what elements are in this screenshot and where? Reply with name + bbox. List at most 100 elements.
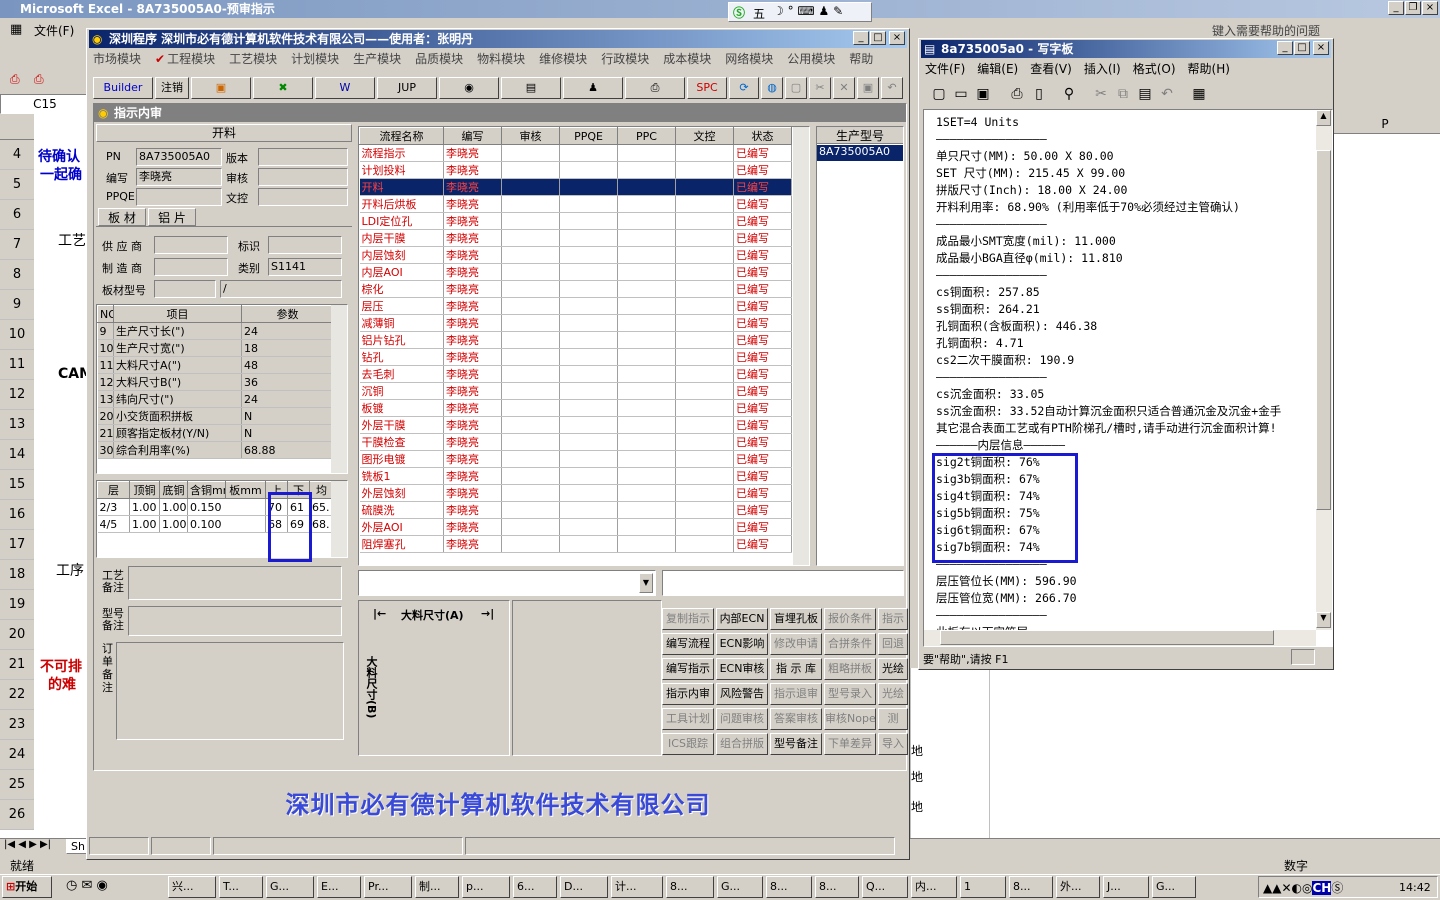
flow-empty-cell[interactable] bbox=[501, 467, 560, 485]
flow-empty-cell[interactable] bbox=[501, 297, 560, 315]
app-close-button[interactable]: × bbox=[889, 31, 905, 45]
flow-empty-cell[interactable] bbox=[675, 297, 734, 315]
pdf-icon[interactable]: ⎙ bbox=[10, 72, 20, 87]
taskbar-item[interactable]: G... bbox=[266, 876, 314, 898]
flow-step-name[interactable]: 图形电镀 bbox=[359, 450, 444, 468]
ppqe-field[interactable] bbox=[136, 188, 222, 206]
params-cell[interactable]: 20 bbox=[97, 407, 114, 425]
wordpad-hscrollbar[interactable] bbox=[924, 630, 1316, 646]
flow-header[interactable]: PPQE bbox=[559, 127, 618, 145]
flow-editor[interactable]: 李晓亮 bbox=[443, 467, 502, 485]
params-row[interactable]: 20 小交货面积拼板 N bbox=[97, 407, 334, 425]
excel-restore-button[interactable]: ❐ bbox=[1405, 1, 1421, 15]
row-header[interactable]: 7 bbox=[0, 230, 34, 260]
cell-r5[interactable]: 一起确 bbox=[40, 164, 82, 184]
flow-empty-cell[interactable] bbox=[675, 501, 734, 519]
flow-row[interactable]: 外层AOI 李晓亮 已编写 bbox=[359, 518, 792, 536]
wordpad-close-button[interactable]: × bbox=[1313, 41, 1329, 55]
row-header[interactable]: 22 bbox=[0, 680, 34, 710]
flow-row[interactable]: 铝片钻孔 李晓亮 已编写 bbox=[359, 331, 792, 349]
taskbar-item[interactable]: 制... bbox=[415, 876, 459, 898]
flow-row[interactable]: 内层干膜 李晓亮 已编写 bbox=[359, 229, 792, 247]
scroll-up-icon[interactable]: ▲ bbox=[1316, 110, 1331, 126]
layers-header[interactable]: 均 bbox=[309, 481, 334, 499]
row-header[interactable]: 6 bbox=[0, 200, 34, 230]
action-button[interactable]: 粗略拼板 bbox=[824, 658, 876, 680]
flow-empty-cell[interactable] bbox=[675, 348, 734, 366]
version-field[interactable] bbox=[258, 148, 348, 166]
flow-empty-cell[interactable] bbox=[617, 331, 676, 349]
layers-scrollbar[interactable] bbox=[331, 481, 347, 557]
app-menu-item[interactable]: 行政模块 bbox=[601, 49, 649, 69]
wordpad-document[interactable]: 1SET=4 Units ———————————————— 单只尺寸(MM): 50… bbox=[923, 109, 1333, 647]
flow-row[interactable]: 阻焊塞孔 李晓亮 已编写 bbox=[359, 535, 792, 553]
cut-icon[interactable]: ✂ bbox=[809, 77, 831, 99]
layers-cell[interactable]: 0.100 bbox=[187, 515, 266, 533]
flow-status[interactable]: 已编写 bbox=[733, 161, 792, 179]
cell-di-2[interactable]: 地 bbox=[911, 768, 923, 785]
flow-empty-cell[interactable] bbox=[501, 399, 560, 417]
app-menu-item[interactable]: 帮助 bbox=[849, 49, 873, 69]
flow-step-name[interactable]: 硫膜洗 bbox=[359, 501, 444, 519]
layers-cell[interactable]: 2/3 bbox=[97, 498, 130, 516]
flow-editor[interactable]: 李晓亮 bbox=[443, 314, 502, 332]
flow-empty-cell[interactable] bbox=[559, 212, 618, 230]
flow-empty-cell[interactable] bbox=[559, 229, 618, 247]
flow-header[interactable]: PPC bbox=[617, 127, 676, 145]
flow-empty-cell[interactable] bbox=[617, 518, 676, 536]
action-button[interactable]: 内部ECN bbox=[716, 608, 768, 630]
wordpad-menu-item[interactable]: 查看(V) bbox=[1030, 62, 1072, 76]
excel-export-icon[interactable]: ✖ bbox=[253, 77, 313, 99]
action-button[interactable]: 答案审核 bbox=[770, 708, 822, 730]
quicklaunch-icons[interactable]: ◷ ✉ ◉ bbox=[66, 878, 108, 893]
database-icon[interactable]: ▤ bbox=[501, 77, 561, 99]
ime-toolbar[interactable]: Ⓢ 五 ☽ ° ⌨ ♟ ✎ bbox=[728, 2, 872, 22]
flow-empty-cell[interactable] bbox=[559, 382, 618, 400]
flow-empty-cell[interactable] bbox=[501, 246, 560, 264]
flow-step-name[interactable]: 外层干膜 bbox=[359, 416, 444, 434]
taskbar-item[interactable]: 1 bbox=[960, 876, 1006, 898]
flow-empty-cell[interactable] bbox=[559, 178, 618, 196]
flow-row[interactable]: 开料 李晓亮 已编写 bbox=[359, 178, 792, 196]
action-button[interactable]: 回退 bbox=[878, 633, 908, 655]
flow-editor[interactable]: 李晓亮 bbox=[443, 382, 502, 400]
flow-status[interactable]: 已编写 bbox=[733, 348, 792, 366]
params-cell[interactable]: 综合利用率(%) bbox=[113, 441, 242, 459]
wordpad-menu-item[interactable]: 帮助(H) bbox=[1188, 62, 1230, 76]
layers-cell[interactable]: 65. bbox=[309, 498, 334, 516]
flow-editor[interactable]: 李晓亮 bbox=[443, 212, 502, 230]
flow-empty-cell[interactable] bbox=[559, 484, 618, 502]
flow-editor[interactable]: 李晓亮 bbox=[443, 450, 502, 468]
wordpad-vscrollbar[interactable]: ▲ ▼ bbox=[1316, 110, 1332, 630]
tab-aluminum[interactable]: 铝 片 bbox=[148, 208, 196, 226]
flow-editor[interactable]: 李晓亮 bbox=[443, 518, 502, 536]
flow-editor[interactable]: 李晓亮 bbox=[443, 297, 502, 315]
app-menu-item[interactable]: 工艺模块 bbox=[229, 49, 277, 69]
wordpad-minimize-button[interactable]: _ bbox=[1277, 41, 1293, 55]
action-button[interactable]: 报价条件 bbox=[824, 608, 876, 630]
flow-empty-cell[interactable] bbox=[617, 246, 676, 264]
params-cell[interactable]: 9 bbox=[97, 322, 114, 340]
app-menu-item[interactable]: 工程模块 bbox=[167, 49, 215, 69]
params-cell[interactable]: 30 bbox=[97, 441, 114, 459]
editor-field[interactable]: 李晓亮 bbox=[136, 168, 222, 186]
params-cell[interactable]: N bbox=[241, 424, 334, 442]
flow-step-name[interactable]: 流程指示 bbox=[359, 144, 444, 162]
wordpad-menu-item[interactable]: 格式(O) bbox=[1133, 62, 1176, 76]
flow-empty-cell[interactable] bbox=[559, 348, 618, 366]
sheet-nav-icons[interactable]: |◀ ◀ ▶ ▶| bbox=[4, 839, 51, 850]
flow-status[interactable]: 已编写 bbox=[733, 144, 792, 162]
params-cell[interactable]: 68.88 bbox=[241, 441, 334, 459]
flow-editor[interactable]: 李晓亮 bbox=[443, 263, 502, 281]
flow-empty-cell[interactable] bbox=[617, 382, 676, 400]
flow-step-name[interactable]: 开料 bbox=[359, 178, 444, 196]
find-icon[interactable]: ⚲ bbox=[1059, 85, 1079, 103]
flow-status[interactable]: 已编写 bbox=[733, 518, 792, 536]
flow-step-name[interactable]: 沉铜 bbox=[359, 382, 444, 400]
action-button[interactable]: 工具计划 bbox=[662, 708, 714, 730]
namebox[interactable]: C15 bbox=[0, 94, 90, 114]
app-minimize-button[interactable]: _ bbox=[853, 31, 869, 45]
action-button[interactable]: 导入 bbox=[878, 733, 908, 755]
flow-empty-cell[interactable] bbox=[559, 144, 618, 162]
flow-status[interactable]: 已编写 bbox=[733, 365, 792, 383]
